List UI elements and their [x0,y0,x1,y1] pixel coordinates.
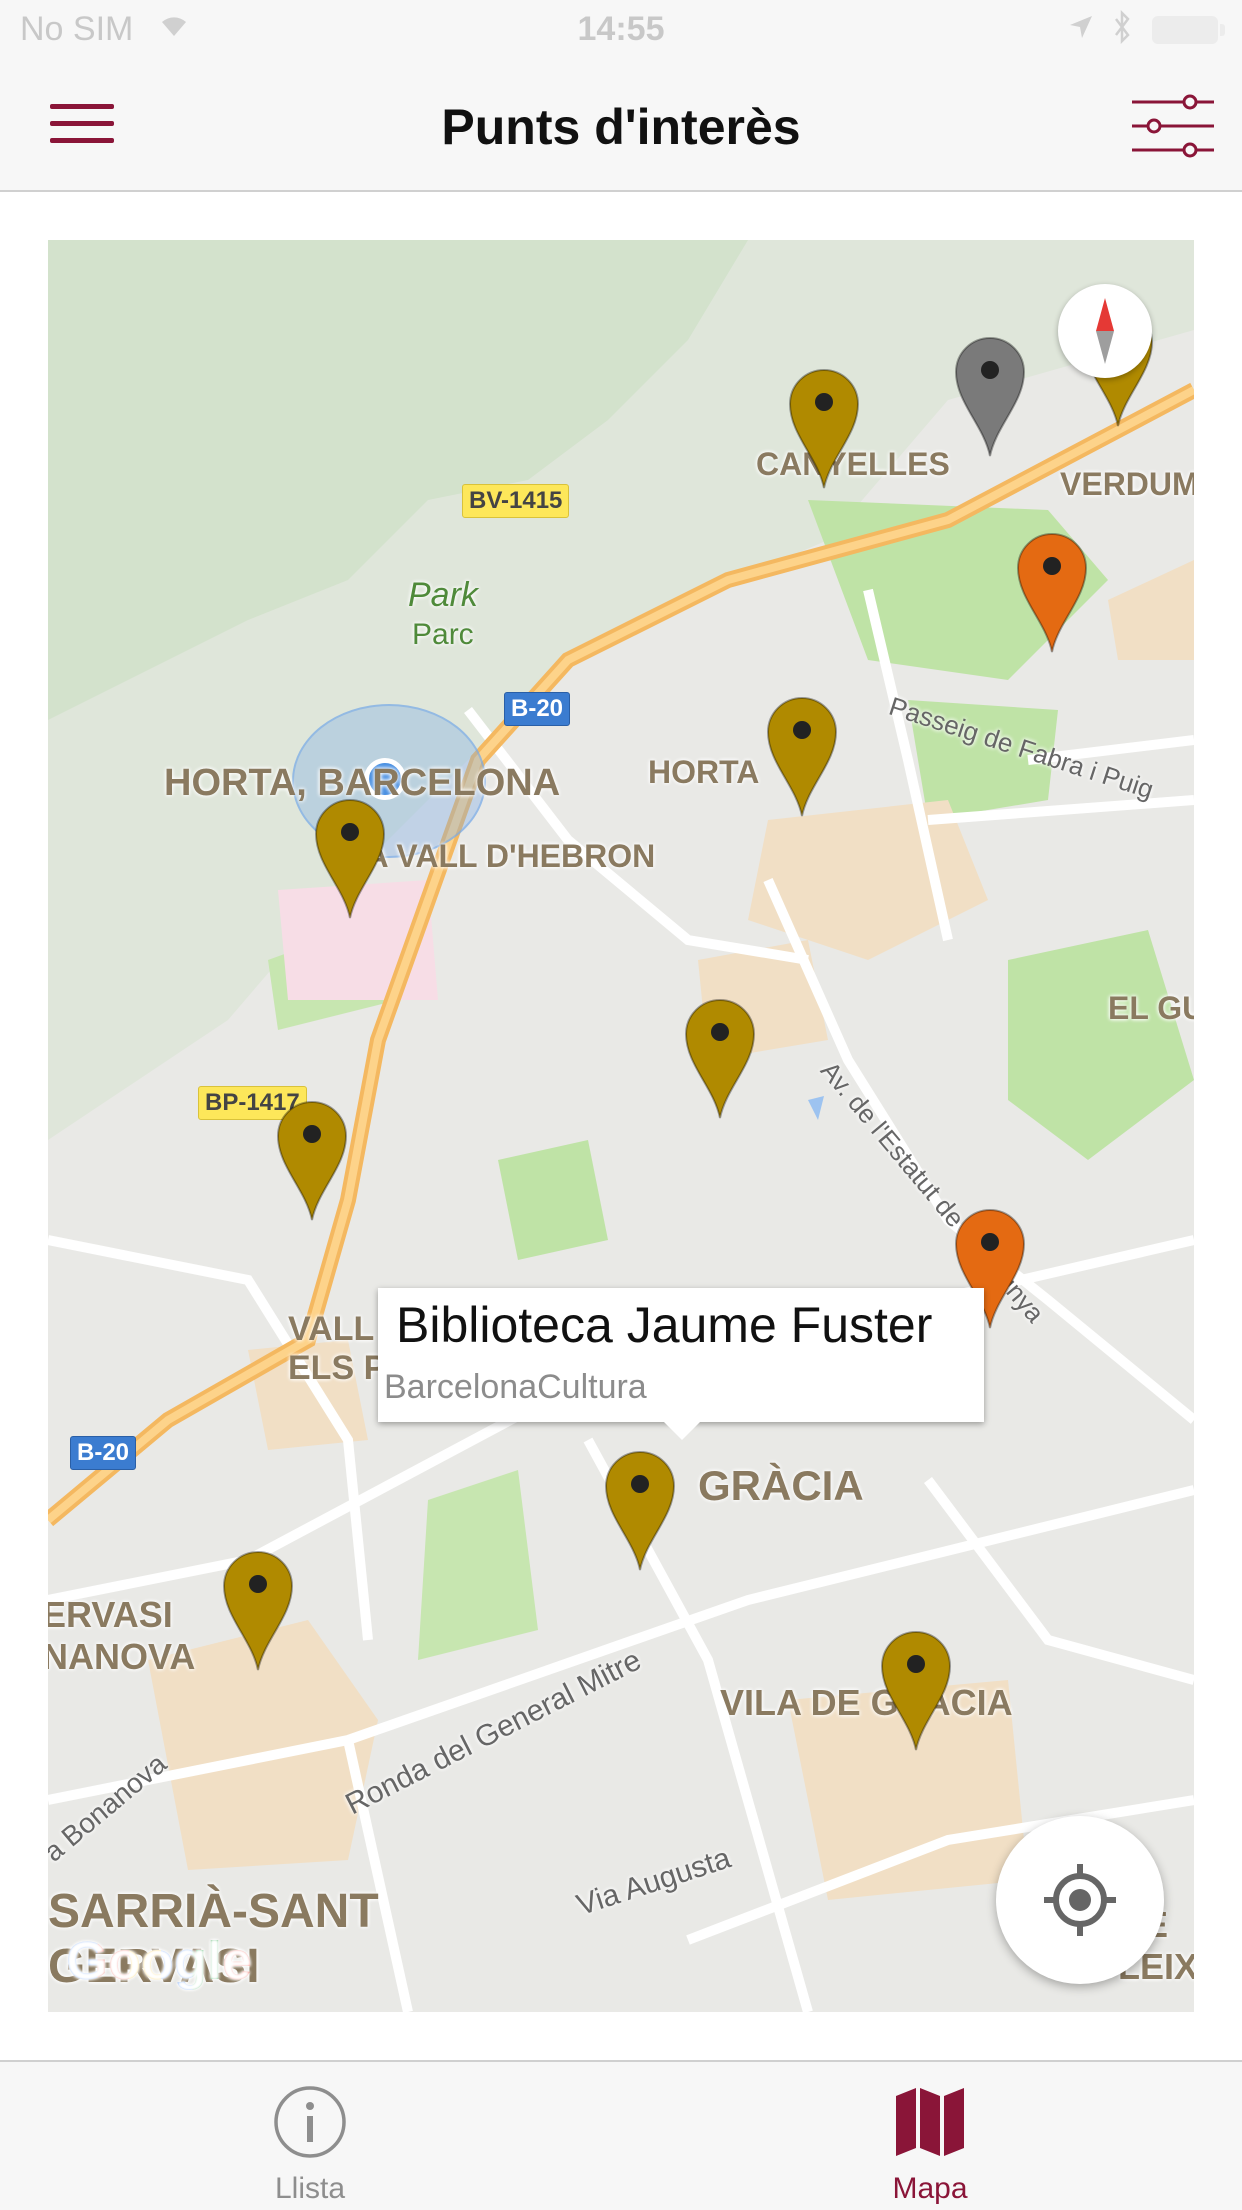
clock: 14:55 [577,10,665,48]
road-shield: B-20 [504,692,571,726]
area-label: EL GU [1108,990,1194,1026]
bluetooth-icon [1115,10,1130,44]
location-arrow-icon [1070,16,1092,38]
battery-icon [1152,16,1225,44]
info-window[interactable]: Biblioteca Jaume Fuster BarcelonaCultura [378,1288,984,1440]
info-circle-icon [274,2086,346,2158]
park-label: Parc [412,618,474,651]
status-bar: No SIM 14:55 [0,0,1242,60]
tab-label: Llista [274,2172,346,2205]
pin-gray-northeast[interactable] [950,330,1030,460]
area-label: VILA DE GRÀCIA [720,1682,1013,1723]
pin-verdum-orange[interactable] [1012,526,1092,656]
google-logo: Google [66,1931,252,1991]
area-label: HORTA [648,754,760,790]
tab-llista[interactable]: Llista [160,2062,460,2210]
tab-mapa[interactable]: Mapa [780,2062,1080,2210]
road-shield: BV-1415 [462,484,570,518]
pin-horta[interactable] [762,690,842,820]
pin-canyelles[interactable] [784,362,864,492]
map-pin-icon [684,999,756,1119]
pin-center[interactable] [680,992,760,1122]
area-label: ERVASI NANOVA [48,1594,196,1677]
map-pin-icon [222,1551,294,1671]
pin-bonanova[interactable] [218,1544,298,1674]
info-window-subtitle: BarcelonaCultura [384,1368,647,1406]
map-pin-icon [276,1101,348,1221]
map-pin-icon [880,1631,952,1751]
tab-bar: Llista Mapa [0,2060,1242,2210]
page-title: Punts d'interès [441,99,801,155]
area-label: GRÀCIA [698,1462,864,1509]
crosshair-location-icon [1044,1864,1116,1936]
road-shield: B-20 [70,1436,137,1470]
pin-horta-barcelona[interactable] [310,792,390,922]
tab-label: Mapa [892,2172,968,2205]
pin-vila-de-gracia[interactable] [876,1624,956,1754]
map-view[interactable]: HORTA, BARCELONA LA VALL D'HEBRON HORTA … [48,240,1194,2012]
map-pin-icon [788,369,860,489]
nav-bar: Punts d'interès [0,60,1242,192]
my-location-button[interactable] [996,1816,1164,1984]
folded-map-icon [896,2088,964,2156]
map-pin-icon [1016,533,1088,653]
filter-sliders-icon[interactable] [1130,94,1216,158]
map-pin-icon [766,697,838,817]
compass-button[interactable] [1058,284,1152,378]
map-pin-icon [954,337,1026,457]
pin-bp1417[interactable] [272,1094,352,1224]
compass-icon [1096,298,1114,364]
pin-biblioteca-jaume-fuster[interactable] [600,1444,680,1574]
park-label: Park [408,576,478,614]
map-pin-icon [314,799,386,919]
info-window-title: Biblioteca Jaume Fuster [396,1297,933,1353]
area-label: VERDUM [1060,466,1194,502]
area-label: LA VALL D'HEBRON [346,838,656,874]
map-pin-icon [604,1451,676,1571]
map-base [48,240,1194,2012]
